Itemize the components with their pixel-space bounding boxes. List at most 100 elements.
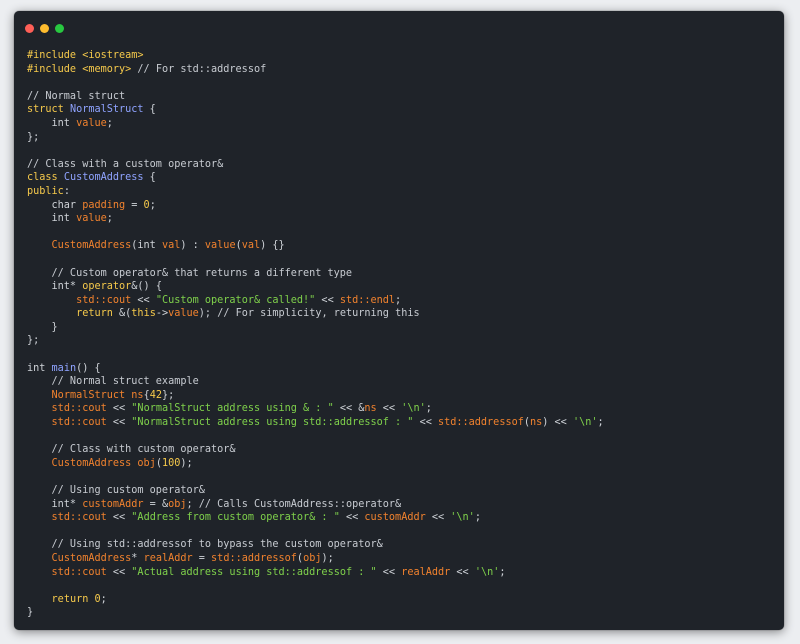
code-token: ; bbox=[106, 117, 113, 129]
code-line: std::cout << "Actual address using std::… bbox=[27, 566, 604, 580]
code-token: << bbox=[106, 512, 132, 524]
code-token: value bbox=[76, 117, 107, 129]
code-line: ​ bbox=[27, 253, 604, 267]
code-token: ; bbox=[425, 403, 432, 415]
code-token: obj bbox=[303, 552, 322, 564]
code-line: ​ bbox=[27, 579, 604, 593]
code-token: }; bbox=[27, 335, 40, 347]
code-token: realAddr bbox=[401, 566, 451, 578]
code-token: = bbox=[192, 552, 212, 564]
code-token: ns bbox=[530, 417, 543, 429]
code-line: class CustomAddress { bbox=[27, 171, 604, 185]
code-token: NormalStruct bbox=[51, 389, 126, 401]
code-token: }; bbox=[27, 131, 40, 143]
code-token: ); // For simplicity, returning this bbox=[198, 308, 420, 320]
code-token: // Custom operator& that returns a diffe… bbox=[27, 267, 353, 279]
code-token: obj bbox=[137, 457, 156, 469]
code-token: "NormalStruct address using std::address… bbox=[131, 417, 414, 429]
code-token: std::cout bbox=[51, 566, 107, 578]
code-line: // Custom operator& that returns a diffe… bbox=[27, 267, 604, 281]
code-token: "NormalStruct address using & : " bbox=[131, 403, 334, 415]
code-token: this bbox=[131, 308, 156, 320]
code-token: padding bbox=[82, 199, 126, 211]
code-line: // Class with custom operator& bbox=[27, 443, 604, 457]
code-token: { bbox=[143, 172, 156, 184]
code-line: #include <iostream> bbox=[27, 49, 604, 63]
code-token: << bbox=[376, 403, 402, 415]
code-line: // Using custom operator& bbox=[27, 484, 604, 498]
code-token: << bbox=[425, 512, 451, 524]
code-token: ; bbox=[395, 294, 402, 306]
code-token: // Class with a custom operator& bbox=[27, 158, 224, 170]
code-token: ) << bbox=[542, 417, 573, 429]
code-token: public bbox=[27, 185, 64, 197]
code-line: #include <memory> // For std::addressof bbox=[27, 63, 604, 77]
code-line: // Using std::addressof to bypass the cu… bbox=[27, 538, 604, 552]
code-token: int* bbox=[27, 281, 83, 293]
code-line: }; bbox=[27, 334, 604, 348]
code-token: // For std::addressof bbox=[131, 63, 267, 75]
code-token: int bbox=[27, 117, 77, 129]
code-token: ; bbox=[499, 566, 506, 578]
code-token: ; bbox=[597, 417, 604, 429]
code-token: return bbox=[76, 308, 113, 320]
code-token: ); bbox=[321, 552, 334, 564]
code-token: "Address from custom operator& : " bbox=[131, 512, 340, 524]
code-token: CustomAddress bbox=[63, 172, 144, 184]
code-token: int bbox=[27, 362, 52, 374]
code-token: << & bbox=[333, 403, 365, 415]
code-line: }; bbox=[27, 131, 604, 145]
code-token: << bbox=[106, 403, 132, 415]
code-token: realAddr bbox=[143, 552, 193, 564]
code-token: << bbox=[131, 294, 156, 306]
code-line: ​ bbox=[27, 525, 604, 539]
code-line: ​ bbox=[27, 76, 604, 90]
code-token: } bbox=[27, 321, 58, 333]
code-token: * bbox=[131, 552, 144, 564]
code-token: ns bbox=[364, 403, 377, 415]
minimize-window-icon[interactable] bbox=[40, 24, 49, 33]
code-line: std::cout << "Address from custom operat… bbox=[27, 511, 604, 525]
code-token: }; bbox=[162, 389, 175, 401]
code-line: public: bbox=[27, 185, 604, 199]
code-token: ; bbox=[100, 593, 107, 605]
code-token: ) {} bbox=[260, 240, 285, 252]
code-token: (int bbox=[131, 240, 162, 252]
close-window-icon[interactable] bbox=[25, 24, 34, 33]
code-line: int* operator&() { bbox=[27, 280, 604, 294]
code-token: #include <iostream> bbox=[27, 50, 144, 61]
code-token: customAddr bbox=[82, 498, 144, 510]
code-token: ns bbox=[131, 389, 144, 401]
code-line: int value; bbox=[27, 117, 604, 131]
code-token: "Custom operator& called!" bbox=[155, 294, 316, 306]
code-token: std::addressof bbox=[211, 552, 297, 564]
code-line: char padding = 0; bbox=[27, 199, 604, 213]
code-line: int value; bbox=[27, 212, 604, 226]
code-token: CustomAddress bbox=[51, 240, 132, 252]
code-token: ; bbox=[149, 199, 156, 211]
code-line: ​ bbox=[27, 226, 604, 240]
maximize-window-icon[interactable] bbox=[55, 24, 64, 33]
code-token: 100 bbox=[161, 457, 181, 469]
code-token: int bbox=[27, 213, 77, 225]
code-token: value bbox=[76, 213, 107, 225]
code-line: ​ bbox=[27, 348, 604, 362]
code-token: << bbox=[315, 294, 340, 306]
window-titlebar bbox=[14, 11, 784, 45]
code-line: CustomAddress obj(100); bbox=[27, 457, 604, 471]
code-token: '\n' bbox=[401, 403, 426, 415]
code-token: std::cout bbox=[51, 512, 107, 524]
code-token: struct bbox=[27, 104, 70, 116]
code-token: ; bbox=[106, 213, 113, 225]
code-token: value bbox=[204, 240, 236, 252]
code-token: ; // Calls CustomAddress::operator& bbox=[186, 498, 402, 510]
code-line: struct NormalStruct { bbox=[27, 103, 604, 117]
code-line: std::cout << "NormalStruct address using… bbox=[27, 416, 604, 430]
code-token: '\n' bbox=[572, 417, 598, 429]
